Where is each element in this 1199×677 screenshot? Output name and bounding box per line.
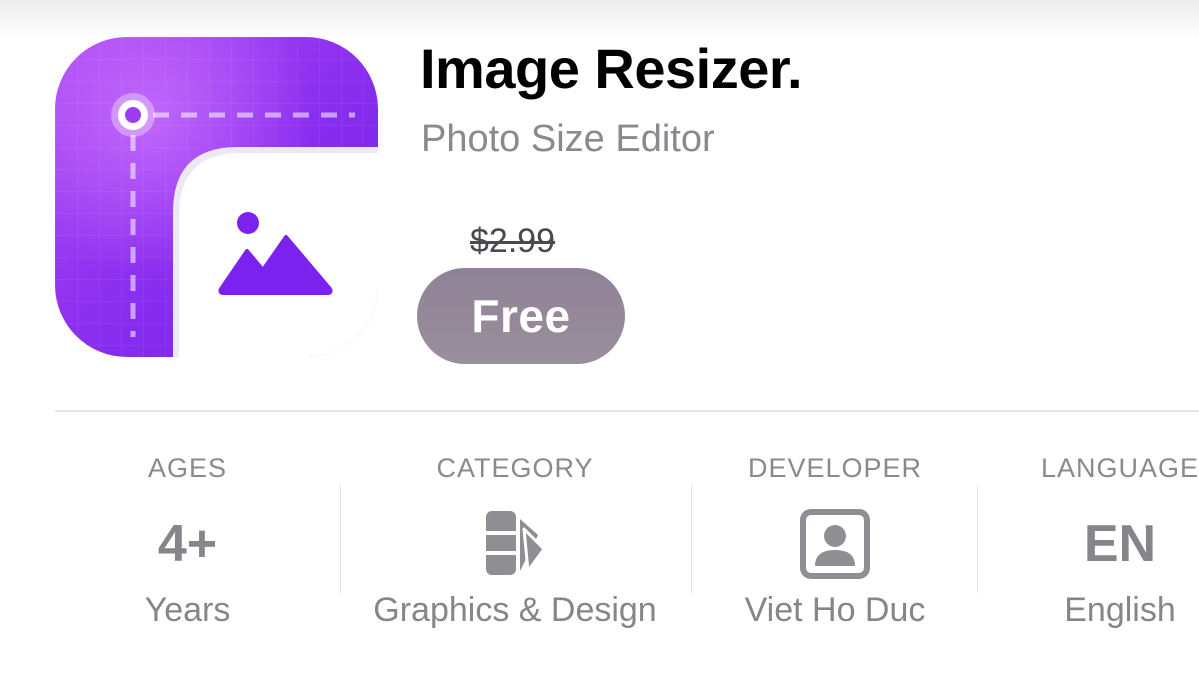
divider [55, 410, 1199, 412]
get-free-button[interactable]: Free [417, 268, 625, 364]
column-separator [977, 485, 978, 593]
language-value: EN [1083, 515, 1157, 573]
top-shadow [0, 0, 1199, 40]
language-sub: English [1064, 591, 1176, 629]
developer-label: DEVELOPER [747, 453, 923, 483]
ages-value: 4+ [157, 515, 218, 573]
ages-sub: Years [144, 591, 231, 629]
info-category[interactable]: CATEGORY Graphics & Design [345, 448, 685, 648]
category-sub: Graphics & Design [373, 591, 657, 629]
developer-person-icon [695, 502, 975, 586]
app-subtitle: Photo Size Editor [421, 118, 715, 160]
ages-label: AGES [147, 453, 228, 483]
app-icon [55, 37, 378, 357]
info-developer[interactable]: DEVELOPER Viet Ho Duc [695, 448, 975, 648]
column-separator [340, 485, 341, 593]
original-price: $2.99 [470, 222, 556, 260]
developer-sub: Viet Ho Duc [744, 591, 926, 629]
category-label: CATEGORY [436, 453, 594, 483]
info-language: LANGUAGE EN English [985, 448, 1199, 648]
column-separator [691, 485, 692, 593]
info-ages: AGES 4+ Years [55, 448, 320, 648]
language-label: LANGUAGE [1040, 453, 1199, 483]
app-title: Image Resizer. [420, 37, 803, 100]
graphics-design-icon [345, 502, 685, 586]
